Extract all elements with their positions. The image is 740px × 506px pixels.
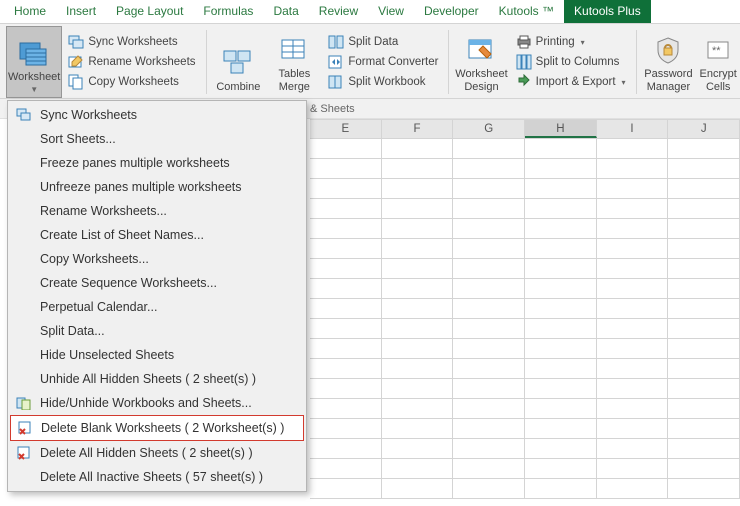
menu-sort-sheets[interactable]: Sort Sheets... xyxy=(8,127,306,151)
printing-button[interactable]: Printing ▾ xyxy=(514,33,628,51)
books-icon xyxy=(14,395,34,411)
menu-hide-unhide-workbooks[interactable]: Hide/Unhide Workbooks and Sheets... xyxy=(8,391,306,415)
col-E[interactable]: E xyxy=(310,120,382,138)
lock-icon xyxy=(652,34,684,66)
tables-merge-button[interactable]: Tables Merge xyxy=(266,26,322,98)
import-export-icon xyxy=(516,74,532,90)
chevron-down-icon: ▾ xyxy=(581,38,585,47)
sync-worksheets-button[interactable]: Sync Worksheets xyxy=(66,33,197,51)
svg-text:**: ** xyxy=(712,45,721,57)
ribbon-tabs: Home Insert Page Layout Formulas Data Re… xyxy=(0,0,740,24)
tab-view[interactable]: View xyxy=(368,0,414,23)
encrypt-label: Encrypt Cells xyxy=(700,68,737,94)
worksheet-label: Worksheet xyxy=(8,71,60,84)
copy-worksheets-button[interactable]: Copy Worksheets xyxy=(66,73,197,91)
menu-rename-worksheets[interactable]: Rename Worksheets... xyxy=(8,199,306,223)
chevron-down-icon: ▾ xyxy=(622,78,626,87)
sync-icon xyxy=(68,34,84,50)
tab-page-layout[interactable]: Page Layout xyxy=(106,0,193,23)
printer-icon xyxy=(516,34,532,50)
combine-button[interactable]: Combine xyxy=(210,26,266,98)
split-to-columns-button[interactable]: Split to Columns xyxy=(514,53,628,71)
ribbon: Worksheet ▼ Sync Worksheets Rename Works… xyxy=(0,24,740,99)
tab-developer[interactable]: Developer xyxy=(414,0,489,23)
tab-insert[interactable]: Insert xyxy=(56,0,106,23)
col-F[interactable]: F xyxy=(382,120,454,138)
rename-icon xyxy=(68,54,84,70)
design-icon xyxy=(465,34,497,66)
format-converter-button[interactable]: Format Converter xyxy=(326,53,440,71)
worksheet-icon xyxy=(18,37,50,69)
col-G[interactable]: G xyxy=(453,120,525,138)
sync-icon xyxy=(14,107,34,123)
tables-merge-label: Tables Merge xyxy=(278,68,310,94)
menu-unhide-all[interactable]: Unhide All Hidden Sheets ( 2 sheet(s) ) xyxy=(8,367,306,391)
menu-split-data[interactable]: Split Data... xyxy=(8,319,306,343)
menu-hide-unselected[interactable]: Hide Unselected Sheets xyxy=(8,343,306,367)
split-workbook-icon xyxy=(328,74,344,90)
password-manager-button[interactable]: Password Manager xyxy=(640,26,696,98)
caret-down-icon: ▼ xyxy=(30,85,38,94)
tables-merge-icon xyxy=(278,34,310,66)
column-headers: E F G H I J xyxy=(310,119,740,139)
import-export-button[interactable]: Import & Export ▾ xyxy=(514,73,628,91)
worksheet-grid[interactable]: // rows generated below after data loads xyxy=(310,139,740,506)
worksheet-dropdown-button[interactable]: Worksheet ▼ xyxy=(6,26,62,98)
combine-icon xyxy=(222,47,254,79)
split-data-icon xyxy=(328,34,344,50)
tab-data[interactable]: Data xyxy=(263,0,308,23)
tab-formulas[interactable]: Formulas xyxy=(193,0,263,23)
format-converter-icon xyxy=(328,54,344,70)
encrypt-icon: ** xyxy=(702,34,734,66)
copy-icon xyxy=(68,74,84,90)
tab-kutools-plus[interactable]: Kutools Plus xyxy=(564,0,651,23)
split-workbook-button[interactable]: Split Workbook xyxy=(326,73,440,91)
menu-freeze-panes[interactable]: Freeze panes multiple worksheets xyxy=(8,151,306,175)
tab-review[interactable]: Review xyxy=(309,0,368,23)
col-I[interactable]: I xyxy=(597,120,669,138)
rename-worksheets-button[interactable]: Rename Worksheets xyxy=(66,53,197,71)
menu-copy-worksheets[interactable]: Copy Worksheets... xyxy=(8,247,306,271)
tab-home[interactable]: Home xyxy=(4,0,56,23)
menu-unfreeze-panes[interactable]: Unfreeze panes multiple worksheets xyxy=(8,175,306,199)
combine-label: Combine xyxy=(216,81,260,94)
tab-kutools[interactable]: Kutools ™ xyxy=(489,0,564,23)
worksheet-dropdown-menu: Sync Worksheets Sort Sheets... Freeze pa… xyxy=(7,100,307,492)
menu-delete-inactive-sheets[interactable]: Delete All Inactive Sheets ( 57 sheet(s)… xyxy=(8,465,306,489)
menu-perpetual-calendar[interactable]: Perpetual Calendar... xyxy=(8,295,306,319)
menu-create-list[interactable]: Create List of Sheet Names... xyxy=(8,223,306,247)
menu-delete-blank-worksheets[interactable]: Delete Blank Worksheets ( 2 Worksheet(s)… xyxy=(10,415,304,441)
col-H[interactable]: H xyxy=(525,120,597,138)
menu-sync-worksheets[interactable]: Sync Worksheets xyxy=(8,103,306,127)
split-columns-icon xyxy=(516,54,532,70)
delete-sheet-icon xyxy=(15,420,35,436)
design-label: Worksheet Design xyxy=(455,68,507,94)
encrypt-cells-button[interactable]: ** Encrypt Cells xyxy=(696,26,740,98)
menu-delete-hidden-sheets[interactable]: Delete All Hidden Sheets ( 2 sheet(s) ) xyxy=(8,441,306,465)
delete-sheet-icon xyxy=(14,445,34,461)
col-J[interactable]: J xyxy=(668,120,740,138)
password-label: Password Manager xyxy=(644,68,692,94)
menu-create-sequence[interactable]: Create Sequence Worksheets... xyxy=(8,271,306,295)
worksheet-design-button[interactable]: Worksheet Design xyxy=(453,26,509,98)
split-data-button[interactable]: Split Data xyxy=(326,33,440,51)
